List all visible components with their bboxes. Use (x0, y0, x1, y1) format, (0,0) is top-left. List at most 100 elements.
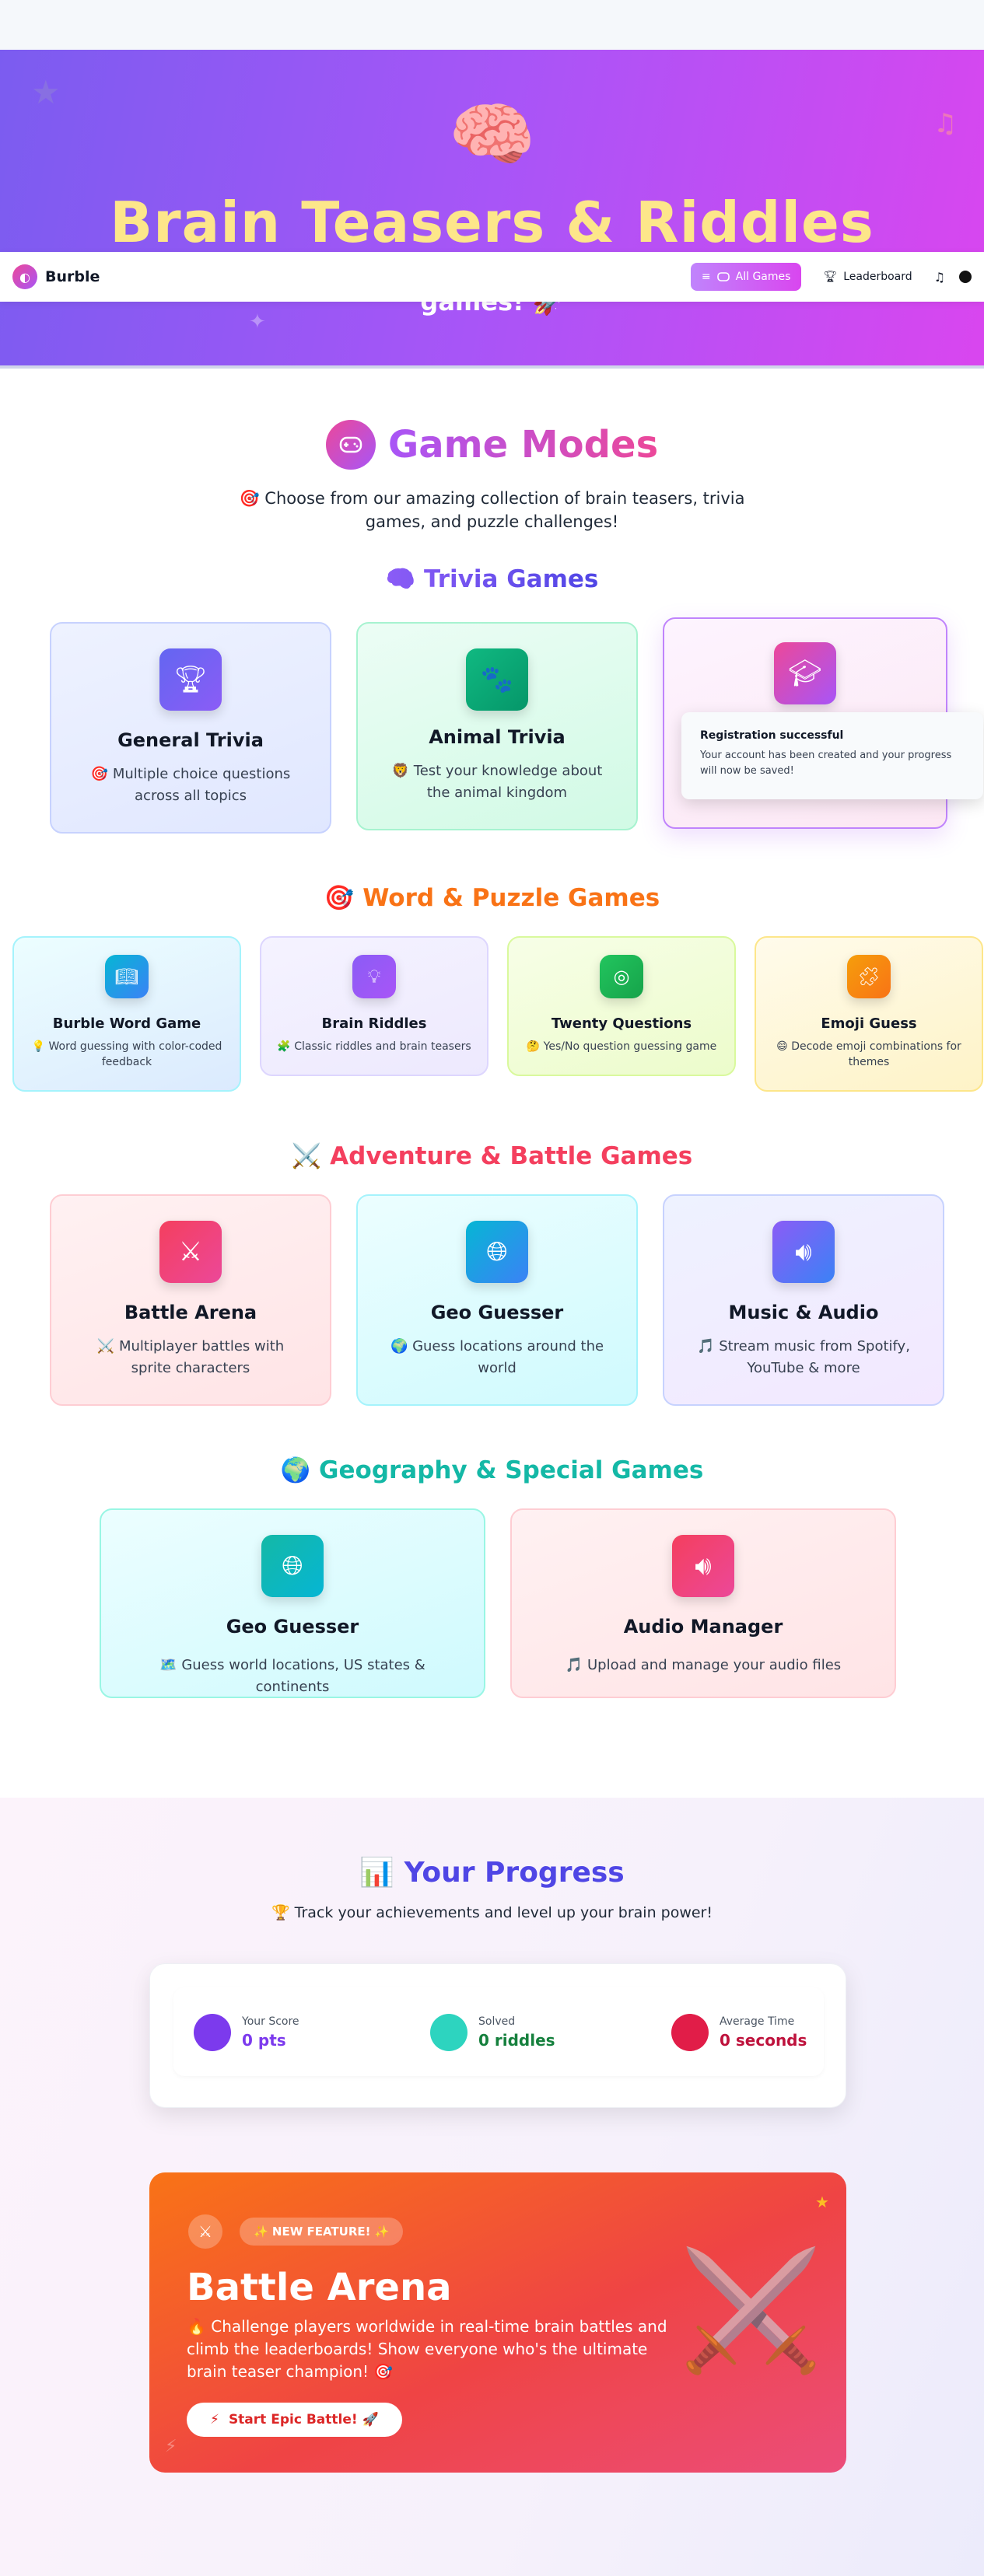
lightbulb-icon: 💡︎ (352, 955, 396, 998)
game-modes-title: Game Modes (387, 423, 659, 467)
graduation-cap-icon: 🎓︎ (774, 642, 836, 704)
card-description: 🧩 Classic riddles and brain teasers (277, 1040, 471, 1053)
top-strip (0, 0, 984, 50)
card-title: Battle Arena (124, 1302, 257, 1323)
card-title: Music & Audio (728, 1302, 879, 1323)
progress-title: 📊 Your Progress (359, 1857, 625, 1889)
stat-label: Average Time (720, 2015, 795, 2028)
toast-title: Registration successful (700, 729, 844, 742)
card-title: Animal Trivia (429, 726, 566, 748)
swords-icon: ⚔︎ (159, 1221, 222, 1283)
crossed-swords-icon: ⚔️ (678, 2243, 824, 2379)
lightning-icon: ⚡︎ (210, 2412, 219, 2427)
battle-description: 🔥 Challenge players worldwide in real-ti… (187, 2317, 667, 2381)
card-description: 🌍 Guess locations around the world (390, 1338, 604, 1376)
battle-title: Battle Arena (187, 2266, 452, 2309)
start-battle-button[interactable]: ⚡︎ Start Epic Battle! 🚀 (187, 2403, 402, 2437)
gamepad-icon (325, 420, 376, 470)
card-description: 🤔 Yes/No question guessing game (526, 1040, 717, 1053)
solved-stat: Solved 0 riddles (430, 2014, 555, 2051)
card-title: Brain Riddles (321, 1015, 427, 1032)
start-battle-label: Start Epic Battle! 🚀 (228, 2412, 379, 2427)
card-title: Emoji Guess (821, 1015, 917, 1032)
game-modes-header: Game Modes (0, 420, 984, 470)
card-title: General Trivia (117, 729, 264, 751)
speaker-icon: 🔊︎ (672, 1535, 734, 1597)
all-games-button[interactable]: ≡ All Games (690, 263, 802, 291)
target-icon: ◎ (600, 955, 643, 998)
music-audio-card[interactable]: 🔊︎ Music & Audio 🎵 Stream music from Spo… (663, 1194, 944, 1406)
general-trivia-card[interactable]: 🏆︎ General Trivia 🎯 Multiple choice ques… (50, 622, 331, 834)
progress-description: 🏆 Track your achievements and level up y… (271, 1904, 713, 1921)
registration-toast[interactable]: Registration successful Your account has… (681, 712, 983, 799)
score-icon (194, 2014, 231, 2051)
brand-name[interactable]: Burble (45, 268, 100, 285)
word-category-title: 🎯 Word & Puzzle Games (324, 884, 660, 912)
geography-category-title: 🌍 Geography & Special Games (280, 1456, 704, 1484)
adventure-category-title: ⚔️ Adventure & Battle Games (291, 1142, 693, 1170)
speaker-icon: 🔊︎ (772, 1221, 835, 1283)
toast-body: Your account has been created and your p… (700, 750, 952, 777)
stat-value: 0 riddles (478, 2031, 555, 2050)
user-avatar-icon[interactable] (959, 271, 972, 283)
globe-icon: 🌐︎ (466, 1221, 528, 1283)
average-time-stat: Average Time 0 seconds (671, 2014, 807, 2051)
card-title: Twenty Questions (551, 1015, 692, 1032)
hero-banner: ★ ♫ ✦ 🧠 Brain Teasers & Riddles games! 🚀 (0, 50, 984, 369)
lightning-icon: ⚡︎ (165, 2437, 177, 2456)
trivia-category-title: 🧠 Trivia Games (385, 565, 599, 593)
stat-label: Solved (478, 2015, 516, 2028)
puzzle-icon: 🧩︎ (847, 955, 891, 998)
battle-arena-banner: ★ ⚡︎ ⚔︎ ✨ NEW FEATURE! ✨ Battle Arena 🔥 … (149, 2172, 846, 2473)
globe-icon: 🌐︎ (261, 1535, 324, 1597)
card-description: 💡 Word guessing with color-coded feedbac… (31, 1040, 222, 1068)
card-title: Geo Guesser (226, 1616, 359, 1638)
card-title: Geo Guesser (430, 1302, 564, 1323)
stat-value: 0 seconds (720, 2031, 807, 2050)
leaderboard-button[interactable]: 🏆︎ Leaderboard (812, 263, 923, 291)
animal-trivia-card[interactable]: 🐾 Animal Trivia 🦁 Test your knowledge ab… (356, 622, 638, 830)
navbar: ◐ Burble ≡ All Games 🏆︎ Leaderboard ♫ (0, 252, 984, 302)
star-icon: ★ (815, 2193, 829, 2211)
score-stat: Your Score 0 pts (194, 2014, 299, 2051)
burble-word-game-card[interactable]: 📖︎ Burble Word Game 💡 Word guessing with… (12, 936, 241, 1092)
gamepad-icon (716, 272, 730, 281)
stat-value: 0 pts (242, 2031, 286, 2050)
geo-guesser-world-card[interactable]: 🌐︎ Geo Guesser 🗺️ Guess world locations,… (100, 1508, 485, 1698)
audio-manager-card[interactable]: 🔊︎ Audio Manager 🎵 Upload and manage you… (510, 1508, 896, 1698)
paw-icon: 🐾 (466, 648, 528, 711)
card-description: 🎵 Stream music from Spotify, YouTube & m… (697, 1338, 910, 1376)
solved-icon (430, 2014, 467, 2051)
trophy-icon: 🏆︎ (823, 271, 838, 283)
twenty-questions-card[interactable]: ◎ Twenty Questions 🤔 Yes/No question gue… (507, 936, 736, 1076)
card-description: 🎵 Upload and manage your audio files (565, 1657, 842, 1673)
stat-label: Your Score (242, 2015, 299, 2028)
time-icon (671, 2014, 709, 2051)
card-description: 🎯 Multiple choice questions across all t… (90, 766, 291, 804)
emoji-guess-card[interactable]: 🧩︎ Emoji Guess 😄 Decode emoji combinatio… (755, 936, 983, 1092)
card-description: 🗺️ Guess world locations, US states & co… (159, 1657, 425, 1695)
new-feature-badge: ✨ NEW FEATURE! ✨ (240, 2218, 404, 2246)
nav-actions: ≡ All Games 🏆︎ Leaderboard ♫ (690, 263, 972, 291)
card-description: 😄 Decode emoji combinations for themes (776, 1040, 961, 1068)
menu-icon: ≡ (701, 271, 711, 283)
progress-stats: Your Score 0 pts Solved 0 riddles Averag… (173, 1987, 824, 2076)
hero-title: Brain Teasers & Riddles (110, 190, 874, 255)
card-description: 🦁 Test your knowledge about the animal k… (391, 763, 603, 801)
geo-guesser-card[interactable]: 🌐︎ Geo Guesser 🌍 Guess locations around … (356, 1194, 638, 1406)
progress-card: Your Score 0 pts Solved 0 riddles Averag… (149, 1963, 846, 2108)
card-title: Burble Word Game (52, 1015, 201, 1032)
brain-riddles-card[interactable]: 💡︎ Brain Riddles 🧩 Classic riddles and b… (260, 936, 488, 1076)
card-description: ⚔️ Multiplayer battles with sprite chara… (96, 1338, 285, 1376)
leaderboard-label: Leaderboard (843, 271, 912, 283)
swords-icon: ⚔︎ (188, 2214, 222, 2249)
trophy-icon: 🏆︎ (159, 648, 222, 711)
battle-arena-card[interactable]: ⚔︎ Battle Arena ⚔️ Multiplayer battles w… (50, 1194, 331, 1406)
brand-logo-icon[interactable]: ◐ (12, 264, 37, 289)
book-icon: 📖︎ (105, 955, 149, 998)
brain-icon: 🧠 (448, 94, 536, 176)
all-games-label: All Games (735, 271, 791, 283)
music-icon[interactable]: ♫ (934, 270, 945, 285)
card-title: Audio Manager (623, 1616, 783, 1638)
game-modes-description: 🎯 Choose from our amazing collection of … (239, 489, 745, 531)
